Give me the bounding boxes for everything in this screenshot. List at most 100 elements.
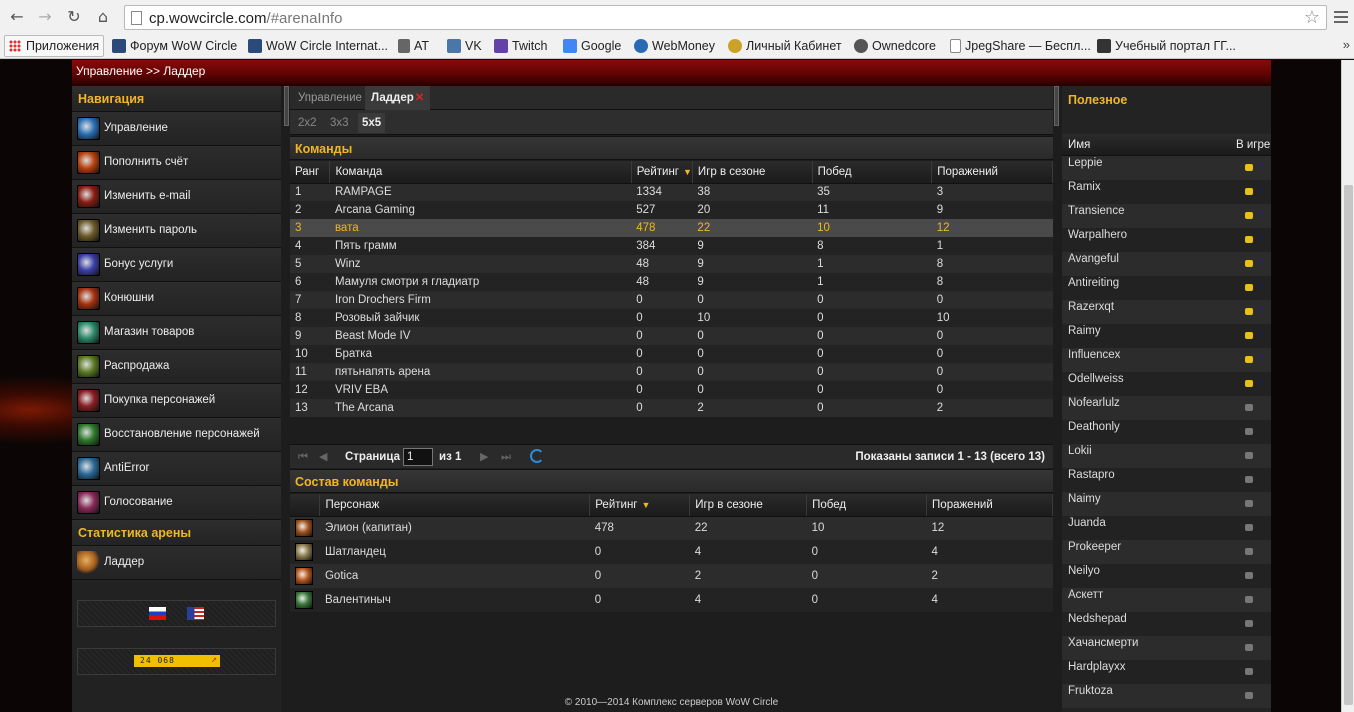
nav-item[interactable]: Изменить e-mail xyxy=(72,180,281,214)
team-row[interactable]: 12 VRIV EBA 0 0 0 0 xyxy=(290,381,1053,399)
col-character[interactable]: Персонаж xyxy=(319,494,591,517)
url-text[interactable]: cp.wowcircle.com/#arenaInfo xyxy=(149,10,342,27)
forward-icon[interactable]: → xyxy=(34,6,56,28)
bookmark-item[interactable]: WoW Circle Internat... xyxy=(248,37,388,55)
col-member-rating[interactable]: Рейтинг ▼ xyxy=(589,494,691,517)
nav-item[interactable]: Конюшни xyxy=(72,282,281,316)
home-icon[interactable]: ⌂ xyxy=(92,6,114,28)
page-number-input[interactable] xyxy=(403,448,433,466)
collapse-left-handle[interactable] xyxy=(284,86,289,126)
bookmark-item[interactable]: Twitch xyxy=(494,37,547,55)
nav-item[interactable]: Управление xyxy=(72,112,281,146)
bookmark-item[interactable]: AT xyxy=(398,37,429,55)
tab-2x2[interactable]: 2x2 xyxy=(294,113,321,133)
counter-badge[interactable]: 24 068 xyxy=(133,654,221,668)
prev-page-icon[interactable]: ◀ xyxy=(319,450,327,463)
team-row[interactable]: 13 The Arcana 0 2 0 2 xyxy=(290,399,1053,417)
member-row[interactable]: Элион (капитан) 478 22 10 12 xyxy=(290,516,1053,540)
player-row[interactable]: Deathonly xyxy=(1062,420,1271,444)
bookmark-item[interactable]: VK xyxy=(447,37,482,55)
col-member-losses[interactable]: Поражений xyxy=(926,494,1053,517)
tab-management[interactable]: Управление xyxy=(292,86,368,110)
address-bar[interactable]: cp.wowcircle.com/#arenaInfo ☆ xyxy=(124,5,1327,30)
team-row[interactable]: 2 Arcana Gaming 527 20 11 9 xyxy=(290,201,1053,219)
team-row[interactable]: 11 пятьнапять арена 0 0 0 0 xyxy=(290,363,1053,381)
member-row[interactable]: Шатландец 0 4 0 4 xyxy=(290,540,1053,564)
team-row[interactable]: 4 Пять грамм 384 9 8 1 xyxy=(290,237,1053,255)
english-flag-icon[interactable] xyxy=(187,607,204,620)
player-row[interactable]: Antireiting xyxy=(1062,276,1271,300)
bookmark-item[interactable]: WebMoney xyxy=(634,37,715,55)
nav-item[interactable]: AntiError xyxy=(72,452,281,486)
player-row[interactable]: Raimy xyxy=(1062,324,1271,348)
scrollbar-thumb[interactable] xyxy=(1344,185,1353,705)
team-row[interactable]: 7 Iron Drochers Firm 0 0 0 0 xyxy=(290,291,1053,309)
col-member-games[interactable]: Игр в сезоне xyxy=(689,494,808,517)
team-row[interactable]: 10 Братка 0 0 0 0 xyxy=(290,345,1053,363)
player-row[interactable]: Avangeful xyxy=(1062,252,1271,276)
bookmark-apps[interactable]: Приложения xyxy=(4,35,105,57)
player-row[interactable]: Naimy xyxy=(1062,492,1271,516)
team-row[interactable]: 9 Beast Mode IV 0 0 0 0 xyxy=(290,327,1053,345)
player-row[interactable]: Хачансмерти xyxy=(1062,636,1271,660)
tab-ladder[interactable]: Ладдер✕ xyxy=(365,86,431,110)
bookmark-item[interactable]: Google xyxy=(563,37,621,55)
bookmark-item[interactable]: Личный Кабинет xyxy=(728,37,842,55)
col-rank[interactable]: Ранг xyxy=(290,161,331,184)
bookmark-star-icon[interactable]: ☆ xyxy=(1304,7,1320,28)
col-losses[interactable]: Поражений xyxy=(931,161,1053,184)
player-row[interactable]: Nofearlulz xyxy=(1062,396,1271,420)
bookmarks-overflow-icon[interactable]: » xyxy=(1343,37,1350,52)
col-wins[interactable]: Побед xyxy=(812,161,933,184)
bookmark-item[interactable]: Форум WoW Circle xyxy=(112,37,237,55)
tab-3x3[interactable]: 3x3 xyxy=(326,113,353,133)
col-member-wins[interactable]: Побед xyxy=(806,494,928,517)
nav-item[interactable]: Бонус услуги xyxy=(72,248,281,282)
last-page-icon[interactable]: ⏭ xyxy=(501,450,511,464)
player-row[interactable]: Neilyo xyxy=(1062,564,1271,588)
col-games[interactable]: Игр в сезоне xyxy=(692,161,813,184)
nav-item[interactable]: Распродажа xyxy=(72,350,281,384)
close-tab-icon[interactable]: ✕ xyxy=(415,92,425,104)
next-page-icon[interactable]: ▶ xyxy=(480,450,488,463)
player-row[interactable]: Hardplayxx xyxy=(1062,660,1271,684)
bookmark-item[interactable]: Ownedcore xyxy=(854,37,936,55)
team-row[interactable]: 3 вата 478 22 10 12 xyxy=(290,219,1053,237)
col-player-name[interactable]: Имя xyxy=(1068,139,1090,151)
bookmark-item[interactable]: JpegShare — Беспл... xyxy=(950,37,1091,55)
nav-item[interactable]: Восстановление персонажей xyxy=(72,418,281,452)
player-row[interactable]: Leppie xyxy=(1062,156,1271,180)
player-row[interactable]: Nedshepad xyxy=(1062,612,1271,636)
nav-item[interactable]: Пополнить счёт xyxy=(72,146,281,180)
member-row[interactable]: Gotica 0 2 0 2 xyxy=(290,564,1053,588)
refresh-icon[interactable] xyxy=(530,449,544,463)
player-row[interactable]: Influencex xyxy=(1062,348,1271,372)
col-rating[interactable]: Рейтинг ▼ xyxy=(631,161,693,184)
tab-5x5[interactable]: 5x5 xyxy=(358,113,386,133)
col-player-ingame[interactable]: В игре xyxy=(1236,139,1270,151)
nav-item-ladder[interactable]: Ладдер xyxy=(72,546,281,580)
back-icon[interactable]: ← xyxy=(6,6,28,28)
russian-flag-icon[interactable] xyxy=(149,607,166,620)
player-row[interactable]: Juanda xyxy=(1062,516,1271,540)
reload-icon[interactable]: ↻ xyxy=(63,6,85,28)
nav-item[interactable]: Покупка персонажей xyxy=(72,384,281,418)
team-row[interactable]: 5 Winz 48 9 1 8 xyxy=(290,255,1053,273)
page-scrollbar[interactable] xyxy=(1341,60,1354,712)
nav-item[interactable]: Голосование xyxy=(72,486,281,520)
player-row[interactable]: Warpalhero xyxy=(1062,228,1271,252)
member-row[interactable]: Валентиныч 0 4 0 4 xyxy=(290,588,1053,612)
col-team[interactable]: Команда xyxy=(329,161,632,184)
player-row[interactable]: Odellweiss xyxy=(1062,372,1271,396)
collapse-right-handle[interactable] xyxy=(1054,86,1059,126)
player-row[interactable]: Transience xyxy=(1062,204,1271,228)
player-row[interactable]: Prokeeper xyxy=(1062,540,1271,564)
player-row[interactable]: Ramix xyxy=(1062,180,1271,204)
player-row[interactable]: Аскетт xyxy=(1062,588,1271,612)
team-row[interactable]: 1 RAMPAGE 1334 38 35 3 xyxy=(290,183,1053,201)
first-page-icon[interactable]: ⏮ xyxy=(298,450,308,464)
player-row[interactable]: Rastapro xyxy=(1062,468,1271,492)
nav-item[interactable]: Изменить пароль xyxy=(72,214,281,248)
nav-item[interactable]: Магазин товаров xyxy=(72,316,281,350)
bookmark-item[interactable]: Учебный портал ГГ... xyxy=(1097,37,1236,55)
